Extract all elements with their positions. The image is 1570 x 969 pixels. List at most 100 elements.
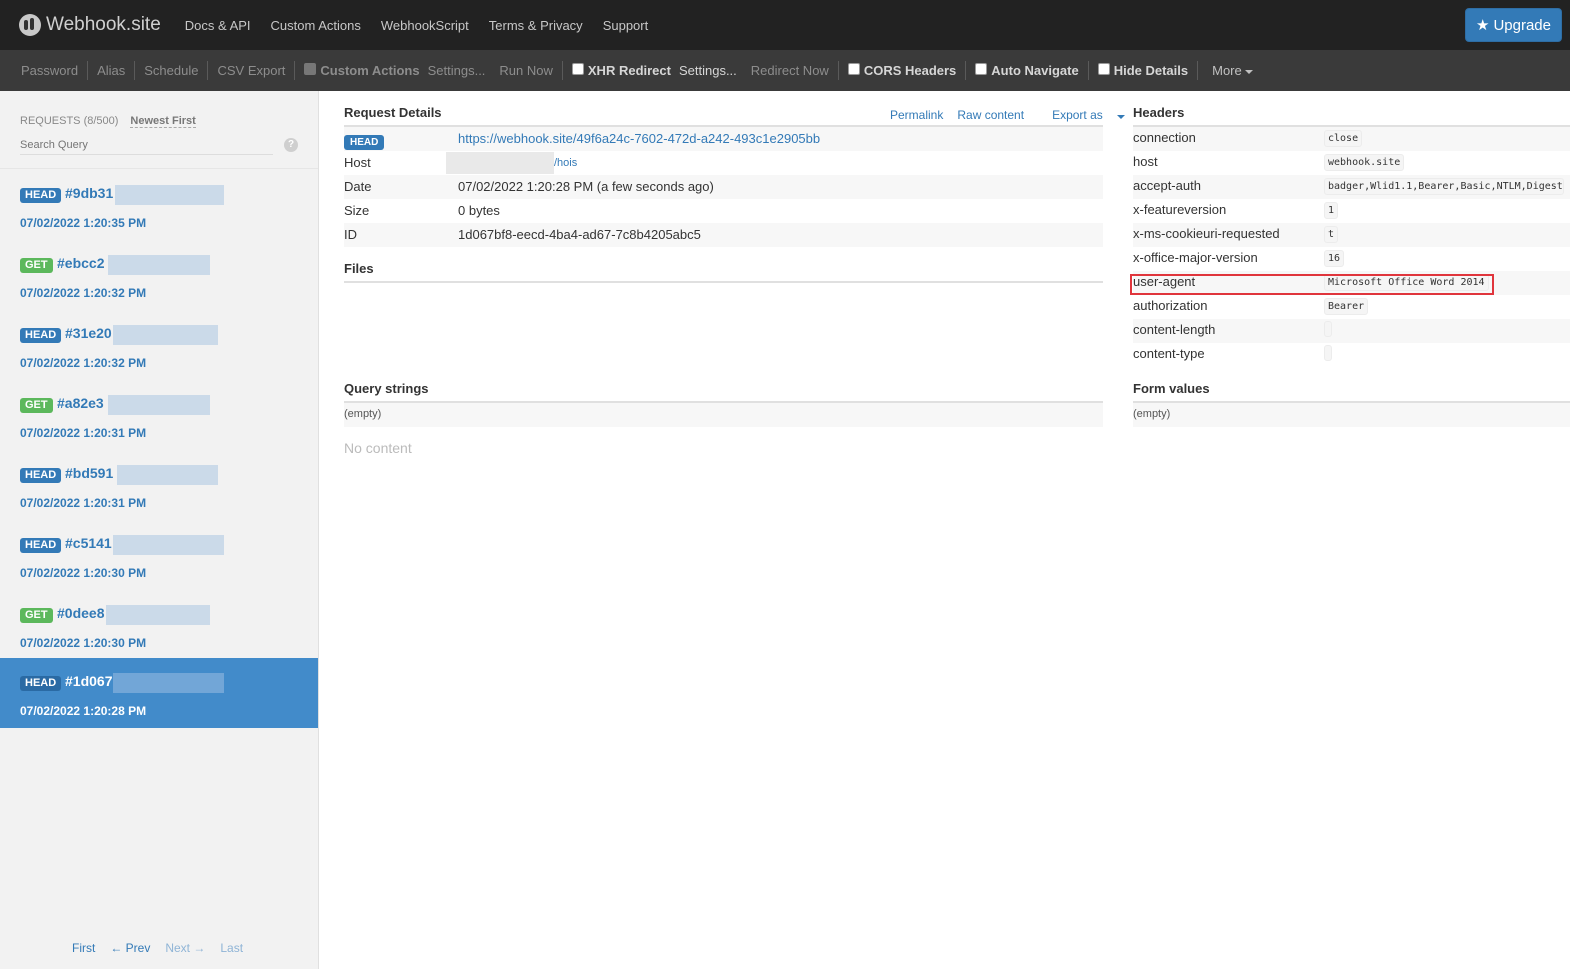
auto-navigate-label: Auto Navigate [991,63,1079,78]
nav-webhookscript[interactable]: WebhookScript [371,18,479,33]
host-label: Host [344,155,371,170]
request-time: 07/02/2022 1:20:32 PM [20,286,147,300]
first-page-link[interactable]: First [72,941,95,955]
redirect-now-button[interactable]: Redirect Now [741,63,838,78]
redacted-block [113,325,218,345]
request-id: #31e20 [65,325,112,341]
custom-actions-toggle[interactable]: Custom Actions [295,62,423,78]
header-row: x-office-major-version 16 [1133,247,1570,271]
url-row: HEAD https://webhook.site/49f6a24c-7602-… [344,127,1103,151]
redacted-block [113,673,224,693]
nav-custom-actions[interactable]: Custom Actions [261,18,371,33]
user-agent-highlight-box [1130,274,1494,295]
request-item[interactable]: GET #0dee8 07/02/2022 1:20:30 PM [0,590,318,660]
custom-actions-checkbox[interactable] [304,62,317,75]
alias-button[interactable]: Alias [88,63,134,78]
request-details-title: Request Details [344,105,442,120]
sort-order-toggle[interactable]: Newest First [130,115,196,128]
form-empty: (empty) [1133,408,1171,420]
header-key: authorization [1133,298,1208,313]
method-badge: HEAD [20,188,62,203]
request-id: #1d067 [65,673,113,689]
request-id: #9db31 [65,185,114,201]
date-value: 07/02/2022 1:20:28 PM (a few seconds ago… [458,179,714,194]
upgrade-button[interactable]: ★ Upgrade [1465,8,1562,42]
request-id: #a82e3 [57,395,104,411]
brand-name: Webhook.site [46,14,161,35]
form-values-title: Form values [1133,381,1210,396]
redacted-block [108,395,210,415]
custom-actions-settings-button[interactable]: Settings... [424,63,490,78]
nav-support[interactable]: Support [593,18,659,33]
xhr-redirect-toggle[interactable]: XHR Redirect [563,62,675,78]
header-value [1324,345,1332,364]
password-button[interactable]: Password [12,63,87,78]
raw-content-link[interactable]: Raw content [957,108,1024,122]
hide-details-checkbox[interactable] [1097,62,1110,75]
header-value: Bearer [1324,297,1369,315]
export-as-dropdown[interactable]: Export as [1038,108,1125,122]
date-row: Date 07/02/2022 1:20:28 PM (a few second… [344,175,1103,199]
permalink-link[interactable]: Permalink [890,108,943,122]
request-id: #0dee8 [57,605,105,621]
nav-docs-api[interactable]: Docs & API [175,18,261,33]
nav-terms-privacy[interactable]: Terms & Privacy [479,18,593,33]
header-row: x-featureversion 1 [1133,199,1570,223]
sidebar-divider [0,168,318,169]
csv-export-button[interactable]: CSV Export [208,63,294,78]
help-icon[interactable]: ? [284,138,298,152]
request-item[interactable]: HEAD #c5141 07/02/2022 1:20:30 PM [0,520,318,590]
request-item[interactable]: GET #ebcc2 07/02/2022 1:20:32 PM [0,240,318,310]
xhr-redirect-group: XHR Redirect Settings... Redirect Now [563,62,838,78]
header-key: x-featureversion [1133,202,1227,217]
method-badge: HEAD [20,538,62,553]
header-key: x-office-major-version [1133,250,1258,265]
xhr-redirect-checkbox[interactable] [571,62,584,75]
xhr-settings-button[interactable]: Settings... [675,63,741,78]
whois-link[interactable]: /hois [554,157,577,169]
request-item[interactable]: HEAD #bd591 07/02/2022 1:20:31 PM [0,450,318,520]
header-value-code: 16 [1324,250,1345,267]
request-item[interactable]: GET #a82e3 07/02/2022 1:20:31 PM [0,380,318,450]
request-time: 07/02/2022 1:20:35 PM [20,216,147,230]
header-value-code: 1 [1324,202,1339,219]
more-dropdown[interactable]: More [1198,63,1262,78]
date-label: Date [344,179,372,194]
header-key: content-type [1133,346,1205,361]
redacted-block [106,605,210,625]
cors-headers-toggle[interactable]: CORS Headers [839,62,965,78]
header-row: content-length [1133,319,1570,343]
header-value-code: webhook.site [1324,154,1405,171]
top-nav: Docs & API Custom Actions WebhookScript … [175,18,658,33]
last-page-link[interactable]: Last [220,941,243,955]
request-id: #c5141 [65,535,112,551]
schedule-button[interactable]: Schedule [135,63,207,78]
request-item-selected[interactable]: HEAD #1d067 07/02/2022 1:20:28 PM [0,658,318,728]
cors-headers-checkbox[interactable] [847,62,860,75]
header-value-code: t [1324,226,1339,243]
request-item[interactable]: HEAD #9db31 07/02/2022 1:20:35 PM [0,170,318,240]
prev-page-link[interactable]: ← Prev [110,941,150,955]
header-value-code: badger,Wlid1.1,Bearer,Basic,NTLM,Digest [1324,178,1564,195]
method-badge: HEAD [20,468,62,483]
star-icon: ★ [1476,17,1490,34]
request-url-link[interactable]: https://webhook.site/49f6a24c-7602-472d-… [458,131,820,146]
caret-down-icon [1116,115,1125,119]
request-actions: Permalink Raw content Export as [876,108,1125,122]
request-time: 07/02/2022 1:20:31 PM [20,496,147,510]
request-id: #bd591 [65,465,114,481]
size-value: 0 bytes [458,203,500,218]
request-item[interactable]: HEAD #31e20 07/02/2022 1:20:32 PM [0,310,318,380]
method-badge: HEAD [20,676,62,691]
form-row: (empty) [1133,403,1570,427]
next-page-link[interactable]: Next → [165,941,205,955]
search-query-input[interactable] [20,136,273,155]
redacted-block [113,535,224,555]
auto-navigate-toggle[interactable]: Auto Navigate [966,62,1087,78]
run-now-button[interactable]: Run Now [489,63,561,78]
brand-link[interactable]: Webhook.site [19,14,161,36]
auto-navigate-checkbox[interactable] [975,62,988,75]
header-row: accept-auth badger,Wlid1.1,Bearer,Basic,… [1133,175,1570,199]
hide-details-toggle[interactable]: Hide Details [1089,62,1197,78]
action-toolbar: Password Alias Schedule CSV Export Custo… [0,50,1570,91]
